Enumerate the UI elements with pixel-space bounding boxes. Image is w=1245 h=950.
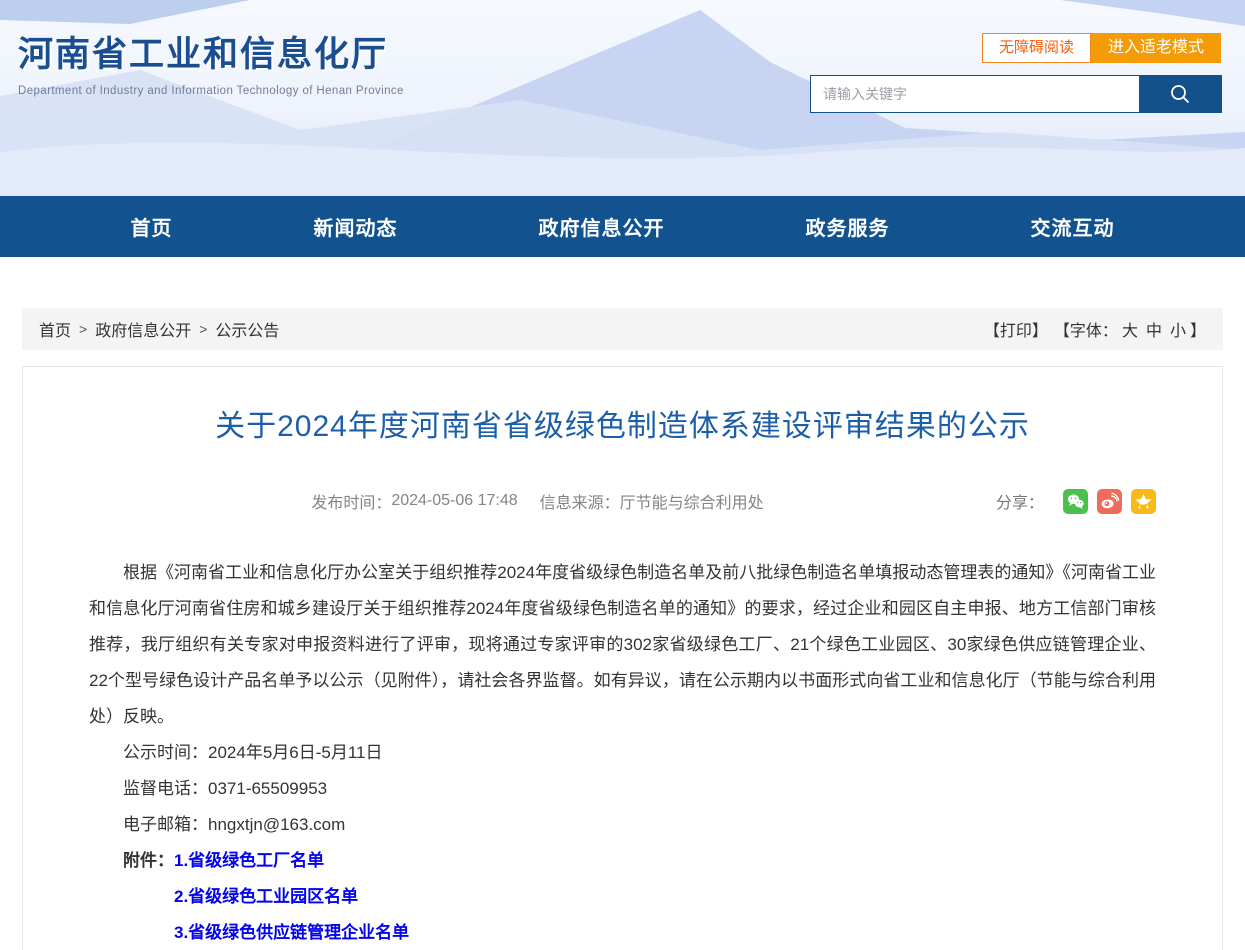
breadcrumb-home[interactable]: 首页: [39, 317, 71, 341]
share-wechat-button[interactable]: [1063, 489, 1088, 514]
article-title: 关于2024年度河南省省级绿色制造体系建设评审结果的公示: [89, 401, 1156, 445]
share-label: 分享：: [996, 489, 1044, 513]
nav-item-news[interactable]: 新闻动态: [314, 212, 398, 241]
email-line: 电子邮箱：hngxtjn@163.com: [89, 807, 1156, 843]
font-size-large-button[interactable]: 大: [1122, 317, 1138, 341]
header-mode-buttons: 无障碍阅读 进入适老模式: [982, 33, 1221, 63]
breadcrumb-separator: >: [79, 321, 87, 337]
publish-time-label: 发布时间：: [311, 489, 391, 513]
attachments-label: 附件：: [89, 843, 174, 879]
supervision-phone-line: 监督电话：0371-65509953: [89, 771, 1156, 807]
weibo-icon: [1099, 491, 1120, 512]
share-qzone-button[interactable]: [1131, 489, 1156, 514]
search-input[interactable]: [811, 76, 1139, 112]
share-weibo-button[interactable]: [1097, 489, 1122, 514]
attachments-block: 附件： 1.省级绿色工厂名单: [89, 843, 1156, 879]
nav-item-gov-services[interactable]: 政务服务: [806, 212, 890, 241]
publicity-time-line: 公示时间：2024年5月6日-5月11日: [89, 735, 1156, 771]
article-meta: 发布时间： 2024-05-06 17:48 信息来源： 厅节能与综合利用处: [311, 489, 763, 513]
site-subtitle-english: Department of Industry and Information T…: [18, 85, 404, 97]
font-size-medium-button[interactable]: 中: [1146, 317, 1162, 341]
article-body: 根据《河南省工业和信息化厅办公室关于组织推荐2024年度省级绿色制造名单及前八批…: [89, 555, 1156, 950]
source-label: 信息来源：: [540, 489, 620, 513]
attachment-link-green-parks[interactable]: 2.省级绿色工业园区名单: [174, 887, 358, 906]
font-size-label: 【字体：: [1054, 317, 1118, 341]
nav-item-interaction[interactable]: 交流互动: [1031, 212, 1115, 241]
qzone-star-icon: [1133, 491, 1154, 512]
search-bar: [810, 75, 1222, 113]
breadcrumb: 首页 > 政府信息公开 > 公示公告: [39, 317, 279, 341]
search-icon: [1168, 82, 1192, 106]
article-container: 关于2024年度河南省省级绿色制造体系建设评审结果的公示 发布时间： 2024-…: [22, 366, 1223, 950]
nav-item-home[interactable]: 首页: [131, 212, 173, 241]
elder-mode-button[interactable]: 进入适老模式: [1091, 33, 1221, 63]
search-button[interactable]: [1139, 76, 1221, 112]
source-value: 厅节能与综合利用处: [620, 489, 764, 513]
article-paragraph: 根据《河南省工业和信息化厅办公室关于组织推荐2024年度省级绿色制造名单及前八批…: [89, 555, 1156, 735]
font-size-small-button[interactable]: 小: [1170, 317, 1186, 341]
publish-time-value: 2024-05-06 17:48: [391, 492, 517, 510]
accessibility-reading-button[interactable]: 无障碍阅读: [982, 33, 1091, 63]
breadcrumb-gov-info[interactable]: 政府信息公开: [95, 317, 191, 341]
breadcrumb-announcements[interactable]: 公示公告: [215, 317, 279, 341]
site-title: 河南省工业和信息化厅: [18, 26, 404, 77]
page-tools: 【打印】 【字体： 大 中 小 】: [984, 317, 1206, 341]
share-group: 分享：: [996, 487, 1156, 515]
site-logo: 河南省工业和信息化厅 Department of Industry and In…: [18, 26, 404, 97]
attachment-link-green-supply-chain[interactable]: 3.省级绿色供应链管理企业名单: [174, 923, 409, 942]
wechat-icon: [1065, 491, 1086, 512]
font-size-label-end: 】: [1190, 317, 1206, 341]
print-button[interactable]: 【打印】: [984, 317, 1048, 341]
breadcrumb-separator: >: [199, 321, 207, 337]
nav-item-gov-info[interactable]: 政府信息公开: [539, 212, 665, 241]
attachment-link-green-factories[interactable]: 1.省级绿色工厂名单: [174, 843, 324, 879]
site-header: 河南省工业和信息化厅 Department of Industry and In…: [0, 0, 1245, 196]
article-meta-row: 发布时间： 2024-05-06 17:48 信息来源： 厅节能与综合利用处 分…: [89, 487, 1156, 515]
breadcrumb-bar: 首页 > 政府信息公开 > 公示公告 【打印】 【字体： 大 中 小 】: [22, 308, 1223, 350]
main-navigation: 首页 新闻动态 政府信息公开 政务服务 交流互动: [0, 196, 1245, 257]
